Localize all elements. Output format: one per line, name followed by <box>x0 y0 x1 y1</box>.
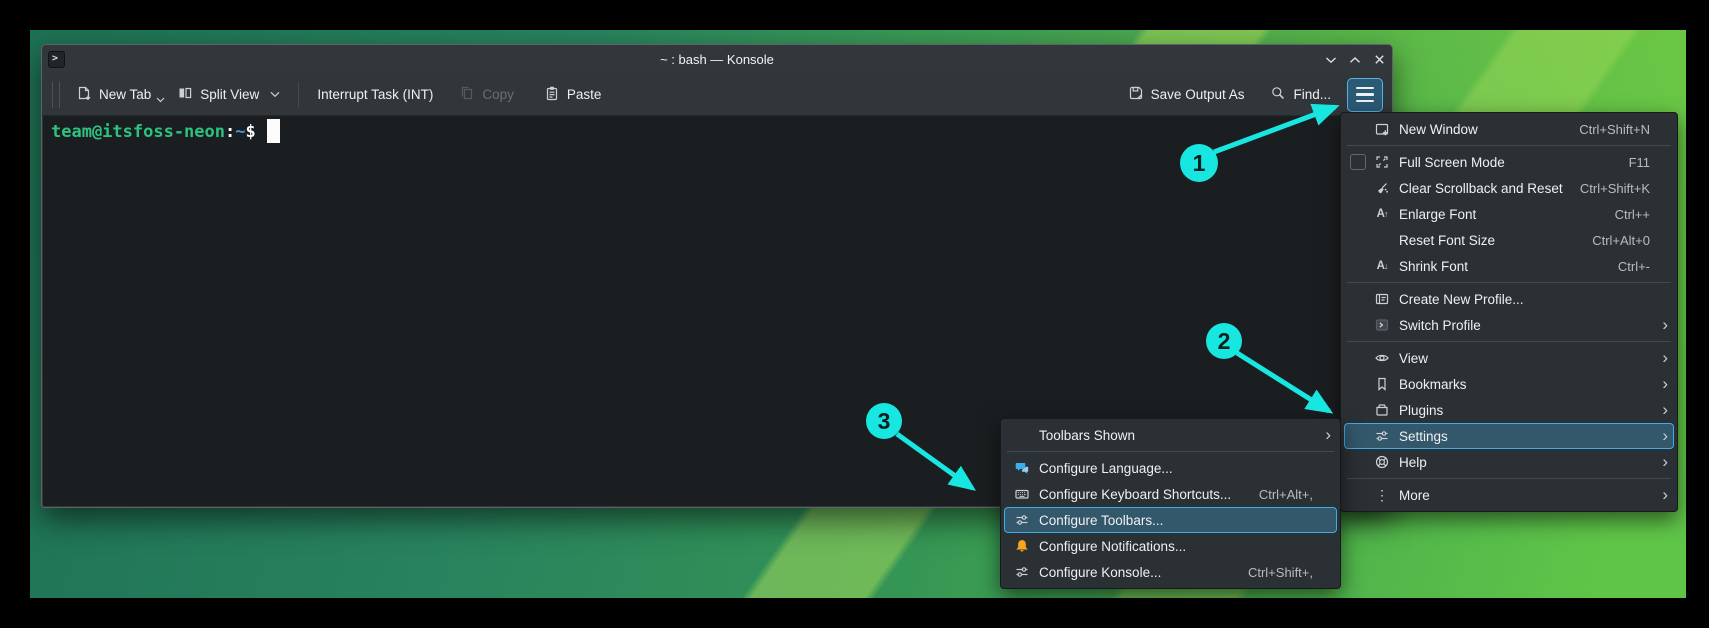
save-output-as-label: Save Output As <box>1150 87 1245 102</box>
menu-item-reset-font-size[interactable]: Reset Font Size Ctrl+Alt+0 <box>1344 227 1674 253</box>
menu-separator <box>1347 341 1671 342</box>
interrupt-task-button[interactable]: Interrupt Task (INT) <box>311 79 439 111</box>
save-icon <box>1128 85 1144 104</box>
prompt-path: ~ <box>235 122 246 142</box>
menu-item-configure-keyboard-shortcuts[interactable]: Configure Keyboard Shortcuts... Ctrl+Alt… <box>1004 481 1337 507</box>
bookmark-icon <box>1374 376 1390 392</box>
chevron-right-icon: › <box>1662 348 1668 367</box>
minimize-icon[interactable] <box>1324 53 1338 67</box>
settings-sliders-icon <box>1374 428 1390 444</box>
chevron-right-icon: › <box>1662 400 1668 419</box>
screenshot-canvas: > ~ : bash — Konsole New Tab Split View <box>0 0 1709 628</box>
chevron-right-icon: › <box>1662 315 1668 334</box>
configure-konsole-sliders-icon <box>1014 564 1030 580</box>
new-profile-icon <box>1374 291 1390 307</box>
enlarge-font-icon: A ↑ <box>1376 208 1389 220</box>
fullscreen-checkbox[interactable] <box>1350 154 1366 170</box>
chevron-down-icon <box>270 91 280 98</box>
configure-toolbars-sliders-icon <box>1014 512 1030 528</box>
menu-item-plugins[interactable]: Plugins › <box>1344 397 1674 423</box>
menu-item-toolbars-shown[interactable]: Toolbars Shown › <box>1004 422 1337 448</box>
plugins-box-icon <box>1374 402 1390 418</box>
menu-item-create-new-profile[interactable]: Create New Profile... <box>1344 286 1674 312</box>
interrupt-task-label: Interrupt Task (INT) <box>317 87 434 102</box>
titlebar[interactable]: > ~ : bash — Konsole <box>42 45 1392 74</box>
window-title: ~ : bash — Konsole <box>660 52 774 67</box>
help-icon <box>1374 454 1390 470</box>
maximize-icon[interactable] <box>1348 53 1362 67</box>
hamburger-menu: New Window Ctrl+Shift+N Full Screen Mode… <box>1340 112 1678 512</box>
split-view-label: Split View <box>200 87 260 102</box>
toolbar-drag-handle[interactable] <box>52 81 60 108</box>
menu-item-configure-language[interactable]: Configure Language... <box>1004 455 1337 481</box>
terminal-profile-icon <box>1374 317 1390 333</box>
menu-item-view[interactable]: View › <box>1344 345 1674 371</box>
search-icon <box>1270 85 1286 104</box>
keyboard-icon <box>1014 486 1030 502</box>
prompt-separator: : <box>225 122 236 142</box>
eye-icon <box>1374 350 1390 366</box>
new-tab-label: New Tab <box>99 87 152 102</box>
chevron-right-icon: › <box>1662 374 1668 393</box>
menu-item-configure-konsole[interactable]: Configure Konsole... Ctrl+Shift+, <box>1004 559 1337 585</box>
copy-icon <box>459 85 475 104</box>
chevron-right-icon: › <box>1325 425 1331 444</box>
find-label: Find... <box>1293 87 1331 102</box>
menu-item-more[interactable]: ⋮ More › <box>1344 482 1674 508</box>
menu-item-full-screen-mode[interactable]: Full Screen Mode F11 <box>1344 149 1674 175</box>
settings-submenu: Toolbars Shown › Configure Language... C… <box>1000 418 1341 589</box>
menu-item-help[interactable]: Help › <box>1344 449 1674 475</box>
menu-item-shrink-font[interactable]: A ↓ Shrink Font Ctrl+- <box>1344 253 1674 279</box>
prompt-user: team@itsfoss-neon <box>51 122 225 142</box>
split-view-button[interactable]: Split View <box>171 79 286 111</box>
chevron-right-icon: › <box>1662 485 1668 504</box>
chevron-down-icon <box>156 97 165 102</box>
menu-item-settings[interactable]: Settings › <box>1344 423 1674 449</box>
hamburger-menu-button[interactable] <box>1347 77 1383 112</box>
chevron-right-icon: › <box>1662 426 1668 445</box>
chevron-right-icon: › <box>1662 452 1668 471</box>
toolbar-separator <box>298 81 300 108</box>
fullscreen-icon <box>1374 154 1390 170</box>
window-controls <box>1324 45 1386 74</box>
copy-label: Copy <box>482 87 514 102</box>
toolbar: New Tab Split View Interrupt Task (INT) … <box>42 74 1392 116</box>
menu-separator <box>1347 145 1671 146</box>
clear-history-icon <box>1374 180 1390 196</box>
more-vertical-icon: ⋮ <box>1375 487 1389 503</box>
menu-item-configure-toolbars[interactable]: Configure Toolbars... <box>1004 507 1337 533</box>
new-tab-button[interactable]: New Tab <box>70 79 171 111</box>
new-window-icon <box>1374 121 1390 137</box>
split-view-icon <box>177 85 193 104</box>
prompt-symbol: $ <box>245 122 256 142</box>
new-tab-icon <box>76 85 92 104</box>
paste-button[interactable]: Paste <box>538 79 608 111</box>
menu-item-switch-profile[interactable]: Switch Profile › <box>1344 312 1674 338</box>
paste-icon <box>544 85 560 104</box>
menu-item-new-window[interactable]: New Window Ctrl+Shift+N <box>1344 116 1674 142</box>
menu-separator <box>1007 451 1334 452</box>
menu-item-configure-notifications[interactable]: Configure Notifications... <box>1004 533 1337 559</box>
find-button[interactable]: Find... <box>1264 79 1337 111</box>
shrink-font-icon: A ↓ <box>1376 260 1389 272</box>
terminal-cursor <box>266 118 280 143</box>
menu-item-clear-scrollback[interactable]: Clear Scrollback and Reset Ctrl+Shift+K <box>1344 175 1674 201</box>
menu-item-bookmarks[interactable]: Bookmarks › <box>1344 371 1674 397</box>
language-bubbles-icon <box>1014 460 1030 476</box>
menu-separator <box>1347 478 1671 479</box>
notification-bell-icon <box>1014 538 1030 554</box>
save-output-as-button[interactable]: Save Output As <box>1122 79 1251 111</box>
copy-button[interactable]: Copy <box>453 79 520 111</box>
paste-label: Paste <box>566 87 602 102</box>
menu-item-enlarge-font[interactable]: A ↑ Enlarge Font Ctrl++ <box>1344 201 1674 227</box>
close-icon[interactable] <box>1372 53 1386 67</box>
menu-separator <box>1347 282 1671 283</box>
